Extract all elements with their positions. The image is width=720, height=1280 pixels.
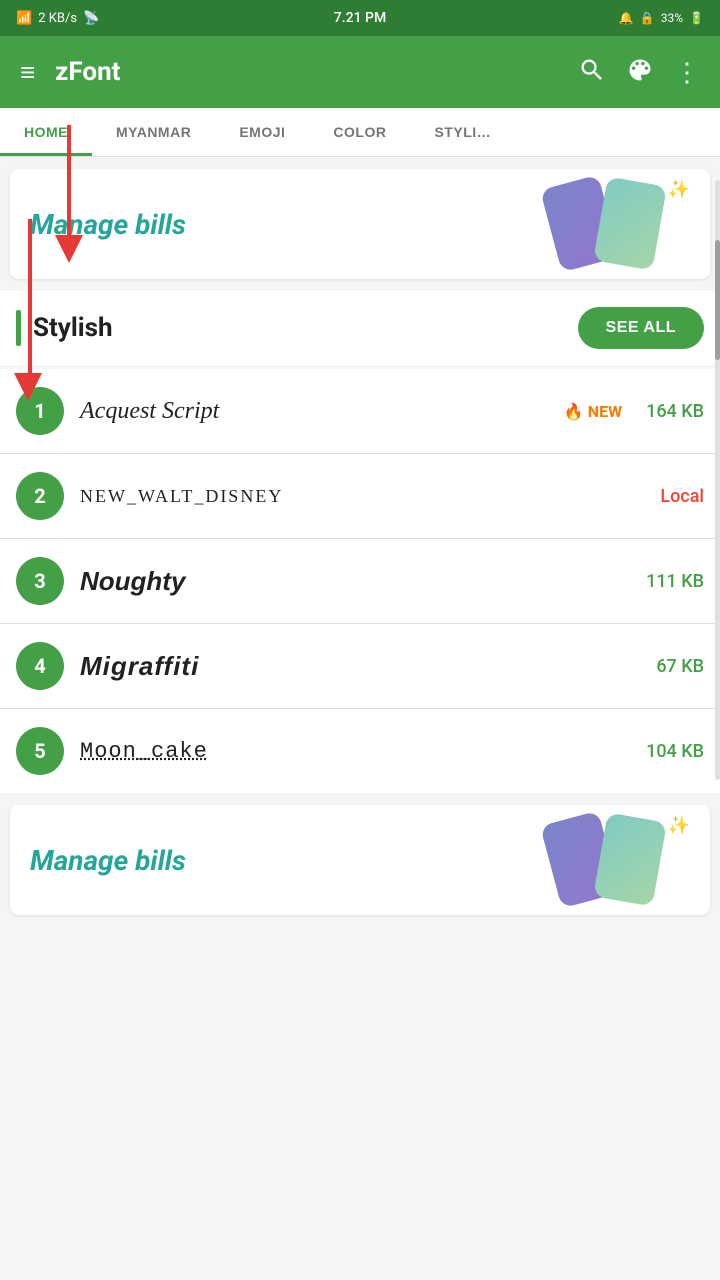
font-item[interactable]: 3 Noughty 111 KB bbox=[0, 539, 720, 624]
arrow-line-1 bbox=[28, 219, 32, 374]
font-name-2: New_Walt_Disney bbox=[80, 486, 644, 507]
status-left: 📶 2 KB/s 📡 bbox=[16, 11, 99, 26]
font-number-4: 4 bbox=[16, 642, 64, 690]
section-title: Stylish bbox=[33, 313, 113, 343]
battery-level: 33% bbox=[661, 11, 683, 25]
section-header: Stylish SEE ALL bbox=[0, 291, 720, 365]
menu-button[interactable]: ≡ bbox=[20, 59, 35, 85]
font-item[interactable]: 5 Moon_cake 104 KB bbox=[0, 709, 720, 793]
tab-stylish[interactable]: STYLI… bbox=[410, 108, 515, 156]
app-title: zFont bbox=[55, 57, 558, 87]
sparkle-icon-bottom: ✨ bbox=[668, 815, 690, 836]
app-bar: ≡ zFont ⋮ bbox=[0, 36, 720, 108]
font-item[interactable]: 1 Acquest Script 🔥 NEW 164 KB bbox=[0, 369, 720, 454]
ad-text-bottom: Manage bills bbox=[30, 844, 186, 877]
font-size-5: 104 KB bbox=[646, 741, 704, 762]
ad-image-top: ✨ bbox=[530, 179, 690, 269]
signal-speed: 2 KB/s bbox=[38, 11, 77, 26]
palette-button[interactable] bbox=[626, 56, 654, 88]
status-time: 7.21 PM bbox=[334, 10, 386, 26]
app-bar-icons: ⋮ bbox=[578, 56, 700, 88]
lock-icon: 🔒 bbox=[640, 11, 655, 25]
ad-banner-top[interactable]: Manage bills ✨ bbox=[10, 169, 710, 279]
font-name-1: Acquest Script bbox=[80, 398, 548, 425]
font-size-4: 67 KB bbox=[656, 656, 704, 677]
font-list: 1 Acquest Script 🔥 NEW 164 KB 2 New_Walt… bbox=[0, 369, 720, 793]
section-border bbox=[16, 310, 21, 346]
new-badge-1: 🔥 NEW bbox=[564, 402, 622, 421]
font-name-3: Noughty bbox=[80, 566, 630, 597]
status-bar: 📶 2 KB/s 📡 7.21 PM 🔔 🔒 33% 🔋 bbox=[0, 0, 720, 36]
more-button[interactable]: ⋮ bbox=[674, 59, 700, 85]
ad-text-top: Manage bills bbox=[30, 208, 186, 241]
font-name-5: Moon_cake bbox=[80, 739, 630, 764]
font-size-2: Local bbox=[660, 486, 704, 507]
see-all-button[interactable]: SEE ALL bbox=[578, 307, 704, 349]
ad-image-bottom: ✨ bbox=[530, 815, 690, 905]
tab-bar: HOME MYANMAR EMOJI COLOR STYLI… bbox=[0, 108, 720, 157]
tab-myanmar[interactable]: MYANMAR bbox=[92, 108, 215, 156]
tab-emoji[interactable]: EMOJI bbox=[215, 108, 309, 156]
status-right: 🔔 🔒 33% 🔋 bbox=[619, 11, 704, 25]
font-number-3: 3 bbox=[16, 557, 64, 605]
battery-icon: 🔋 bbox=[689, 11, 704, 25]
font-number-2: 2 bbox=[16, 472, 64, 520]
font-item[interactable]: 4 Migraffiti 67 KB bbox=[0, 624, 720, 709]
font-name-4: Migraffiti bbox=[80, 651, 640, 682]
font-size-1: 164 KB bbox=[646, 401, 704, 422]
font-size-3: 111 KB bbox=[646, 571, 704, 592]
signal-icon: 📶 bbox=[16, 11, 32, 26]
font-item[interactable]: 2 New_Walt_Disney Local bbox=[0, 454, 720, 539]
content: Manage bills ✨ Stylish SEE ALL 1 Acquest… bbox=[0, 169, 720, 915]
search-button[interactable] bbox=[578, 56, 606, 88]
sparkle-icon: ✨ bbox=[668, 179, 690, 200]
scrollbar-track[interactable] bbox=[715, 180, 720, 780]
font-number-5: 5 bbox=[16, 727, 64, 775]
bell-icon: 🔔 bbox=[619, 11, 634, 25]
ad-banner-bottom[interactable]: Manage bills ✨ bbox=[10, 805, 710, 915]
scrollbar-thumb[interactable] bbox=[715, 240, 720, 360]
arrow-head-1 bbox=[14, 373, 42, 401]
tab-home[interactable]: HOME bbox=[0, 108, 92, 156]
tab-color[interactable]: COLOR bbox=[309, 108, 410, 156]
wifi-icon: 📡 bbox=[83, 11, 99, 26]
